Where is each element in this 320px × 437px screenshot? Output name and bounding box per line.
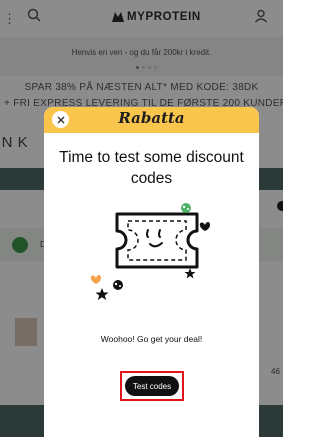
rabatta-modal: Rabatta Time to test some discount codes… — [44, 107, 259, 437]
close-icon — [57, 116, 64, 123]
test-codes-button[interactable]: Test codes — [125, 376, 179, 396]
close-button[interactable] — [52, 111, 69, 128]
ticket-illustration — [90, 203, 210, 300]
modal-brand: Rabatta — [118, 109, 185, 127]
modal-message: Woohoo! Go get your deal! — [100, 334, 203, 344]
modal-title: Time to test some discount codes — [59, 149, 244, 187]
highlight-box: Test codes — [120, 371, 184, 401]
modal-header: Rabatta — [44, 107, 259, 133]
